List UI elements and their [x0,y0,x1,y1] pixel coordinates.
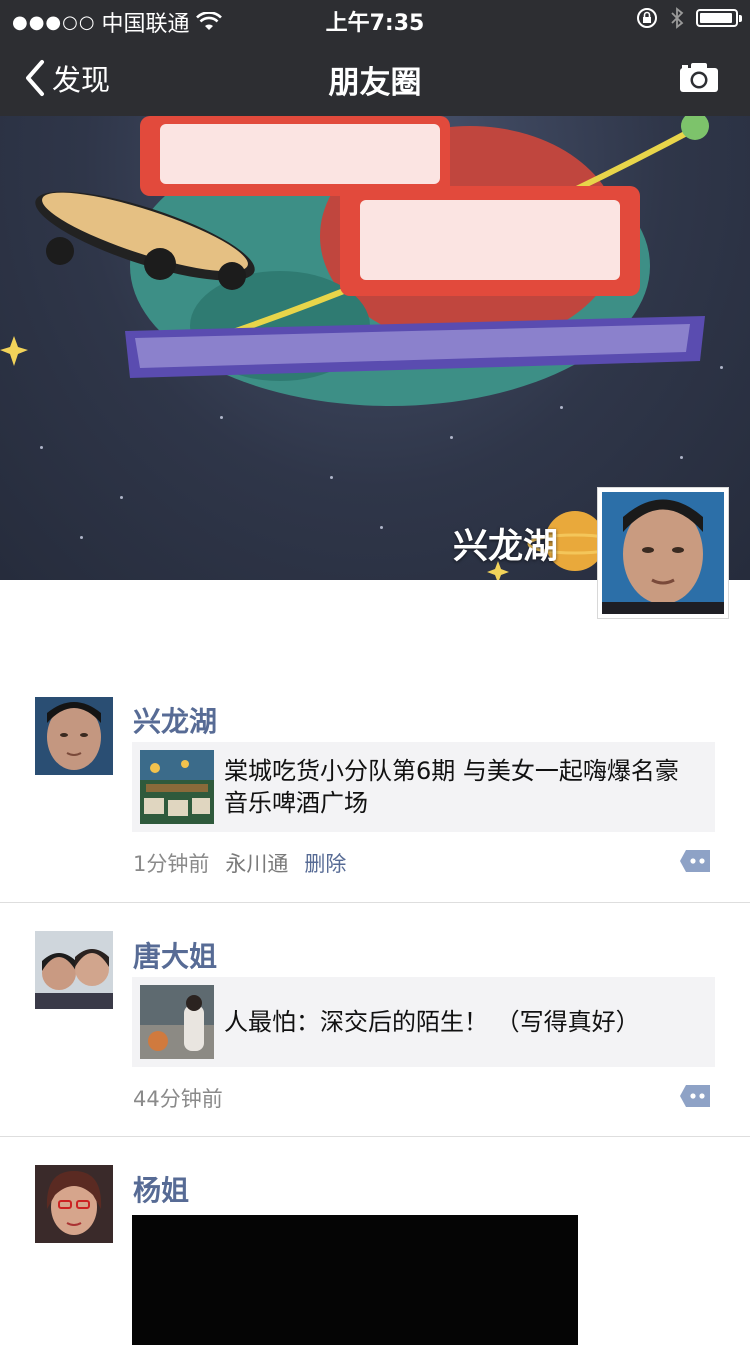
post-author-name[interactable]: 兴龙湖 [133,700,217,740]
post-meta: 1分钟前 永川通 删除 [133,848,346,878]
post-video[interactable] [132,1215,578,1345]
star [680,456,683,459]
star [380,526,383,529]
battery-icon [696,9,742,27]
avatar-photo [602,492,724,614]
lock-rotation-icon [637,8,657,28]
star [560,406,563,409]
avatar-photo [35,697,113,775]
post-author-name[interactable]: 唐大姐 [133,935,217,975]
link-title: 棠城吃货小分队第6期 与美女一起嗨爆名豪音乐啤酒广场 [224,757,679,817]
link-thumbnail [140,985,214,1059]
delete-button[interactable]: 删除 [304,848,346,878]
avatar-photo [35,1165,113,1243]
star [330,476,333,479]
post-author-name[interactable]: 杨姐 [133,1169,189,1209]
restaurant-thumbnail [140,750,214,824]
star [450,436,453,439]
post-avatar[interactable] [35,1165,113,1243]
star [80,536,83,539]
shared-link-card[interactable]: 棠城吃货小分队第6期 与美女一起嗨爆名豪音乐啤酒广场 [132,742,715,832]
post-item: 兴龙湖 棠城吃货小分队第6期 与美女一起嗨爆名豪音乐啤酒广场 1分钟前 永川通 … [0,680,750,903]
nav-bar: 发现 朋友圈 [0,40,750,116]
bluetooth-icon [671,7,684,29]
post-time: 1分钟前 [133,852,210,876]
camera-icon[interactable] [678,60,720,94]
link-title: 人最怕：深交后的陌生！ （写得真好） [224,1008,640,1036]
post-item: 唐大姐 人最怕：深交后的陌生！ （写得真好） 44分钟前 [0,903,750,1137]
post-avatar[interactable] [35,931,113,1009]
back-label: 发现 [52,63,111,97]
back-chevron-icon [26,60,44,96]
post-source: 永川通 [225,852,289,876]
status-bar: ●●●○○ 中国联通 上午7:35 [0,0,750,40]
article-thumbnail [140,985,214,1059]
post-time: 44分钟前 [133,1087,223,1111]
comment-icon[interactable] [678,1083,712,1109]
shared-link-card[interactable]: 人最怕：深交后的陌生！ （写得真好） [132,977,715,1067]
avatar-photo [35,931,113,1009]
star [720,366,723,369]
star [120,496,123,499]
post-avatar[interactable] [35,697,113,775]
back-button[interactable]: 发现 [24,57,110,99]
star [220,416,223,419]
comment-icon[interactable] [678,848,712,874]
link-thumbnail [140,750,214,824]
status-right [636,7,742,29]
post-meta: 44分钟前 [133,1083,223,1113]
page-title: 朋友圈 [328,65,422,101]
cover-user-name: 兴龙湖 [452,527,558,567]
star [40,446,43,449]
profile-avatar[interactable] [597,487,729,619]
